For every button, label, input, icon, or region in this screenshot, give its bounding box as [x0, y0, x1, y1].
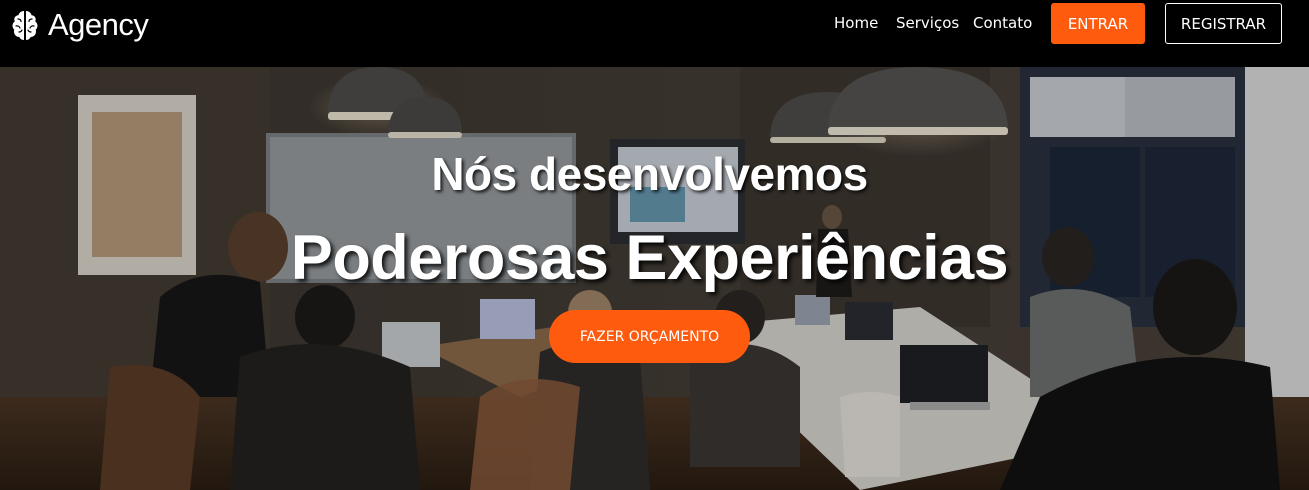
hero-section: Nós desenvolvemos Poderosas Experiências… [0, 67, 1309, 490]
brain-icon [12, 11, 38, 40]
nav-link-contato[interactable]: Contato [973, 14, 1032, 32]
hero-title: Poderosas Experiências [290, 223, 1009, 293]
login-button[interactable]: ENTRAR [1051, 3, 1145, 44]
nav-link-home[interactable]: Home [834, 14, 878, 32]
brand-name: Agency [48, 7, 149, 42]
top-navbar: Agency Home Serviços Contato ENTRAR REGI… [0, 0, 1309, 67]
hero-subtitle: Nós desenvolvemos [431, 148, 868, 200]
request-quote-button[interactable]: FAZER ORÇAMENTO [549, 310, 750, 363]
nav-link-servicos[interactable]: Serviços [896, 14, 959, 32]
brand-logo-link[interactable]: Agency [8, 7, 149, 43]
register-button[interactable]: REGISTRAR [1165, 3, 1282, 44]
